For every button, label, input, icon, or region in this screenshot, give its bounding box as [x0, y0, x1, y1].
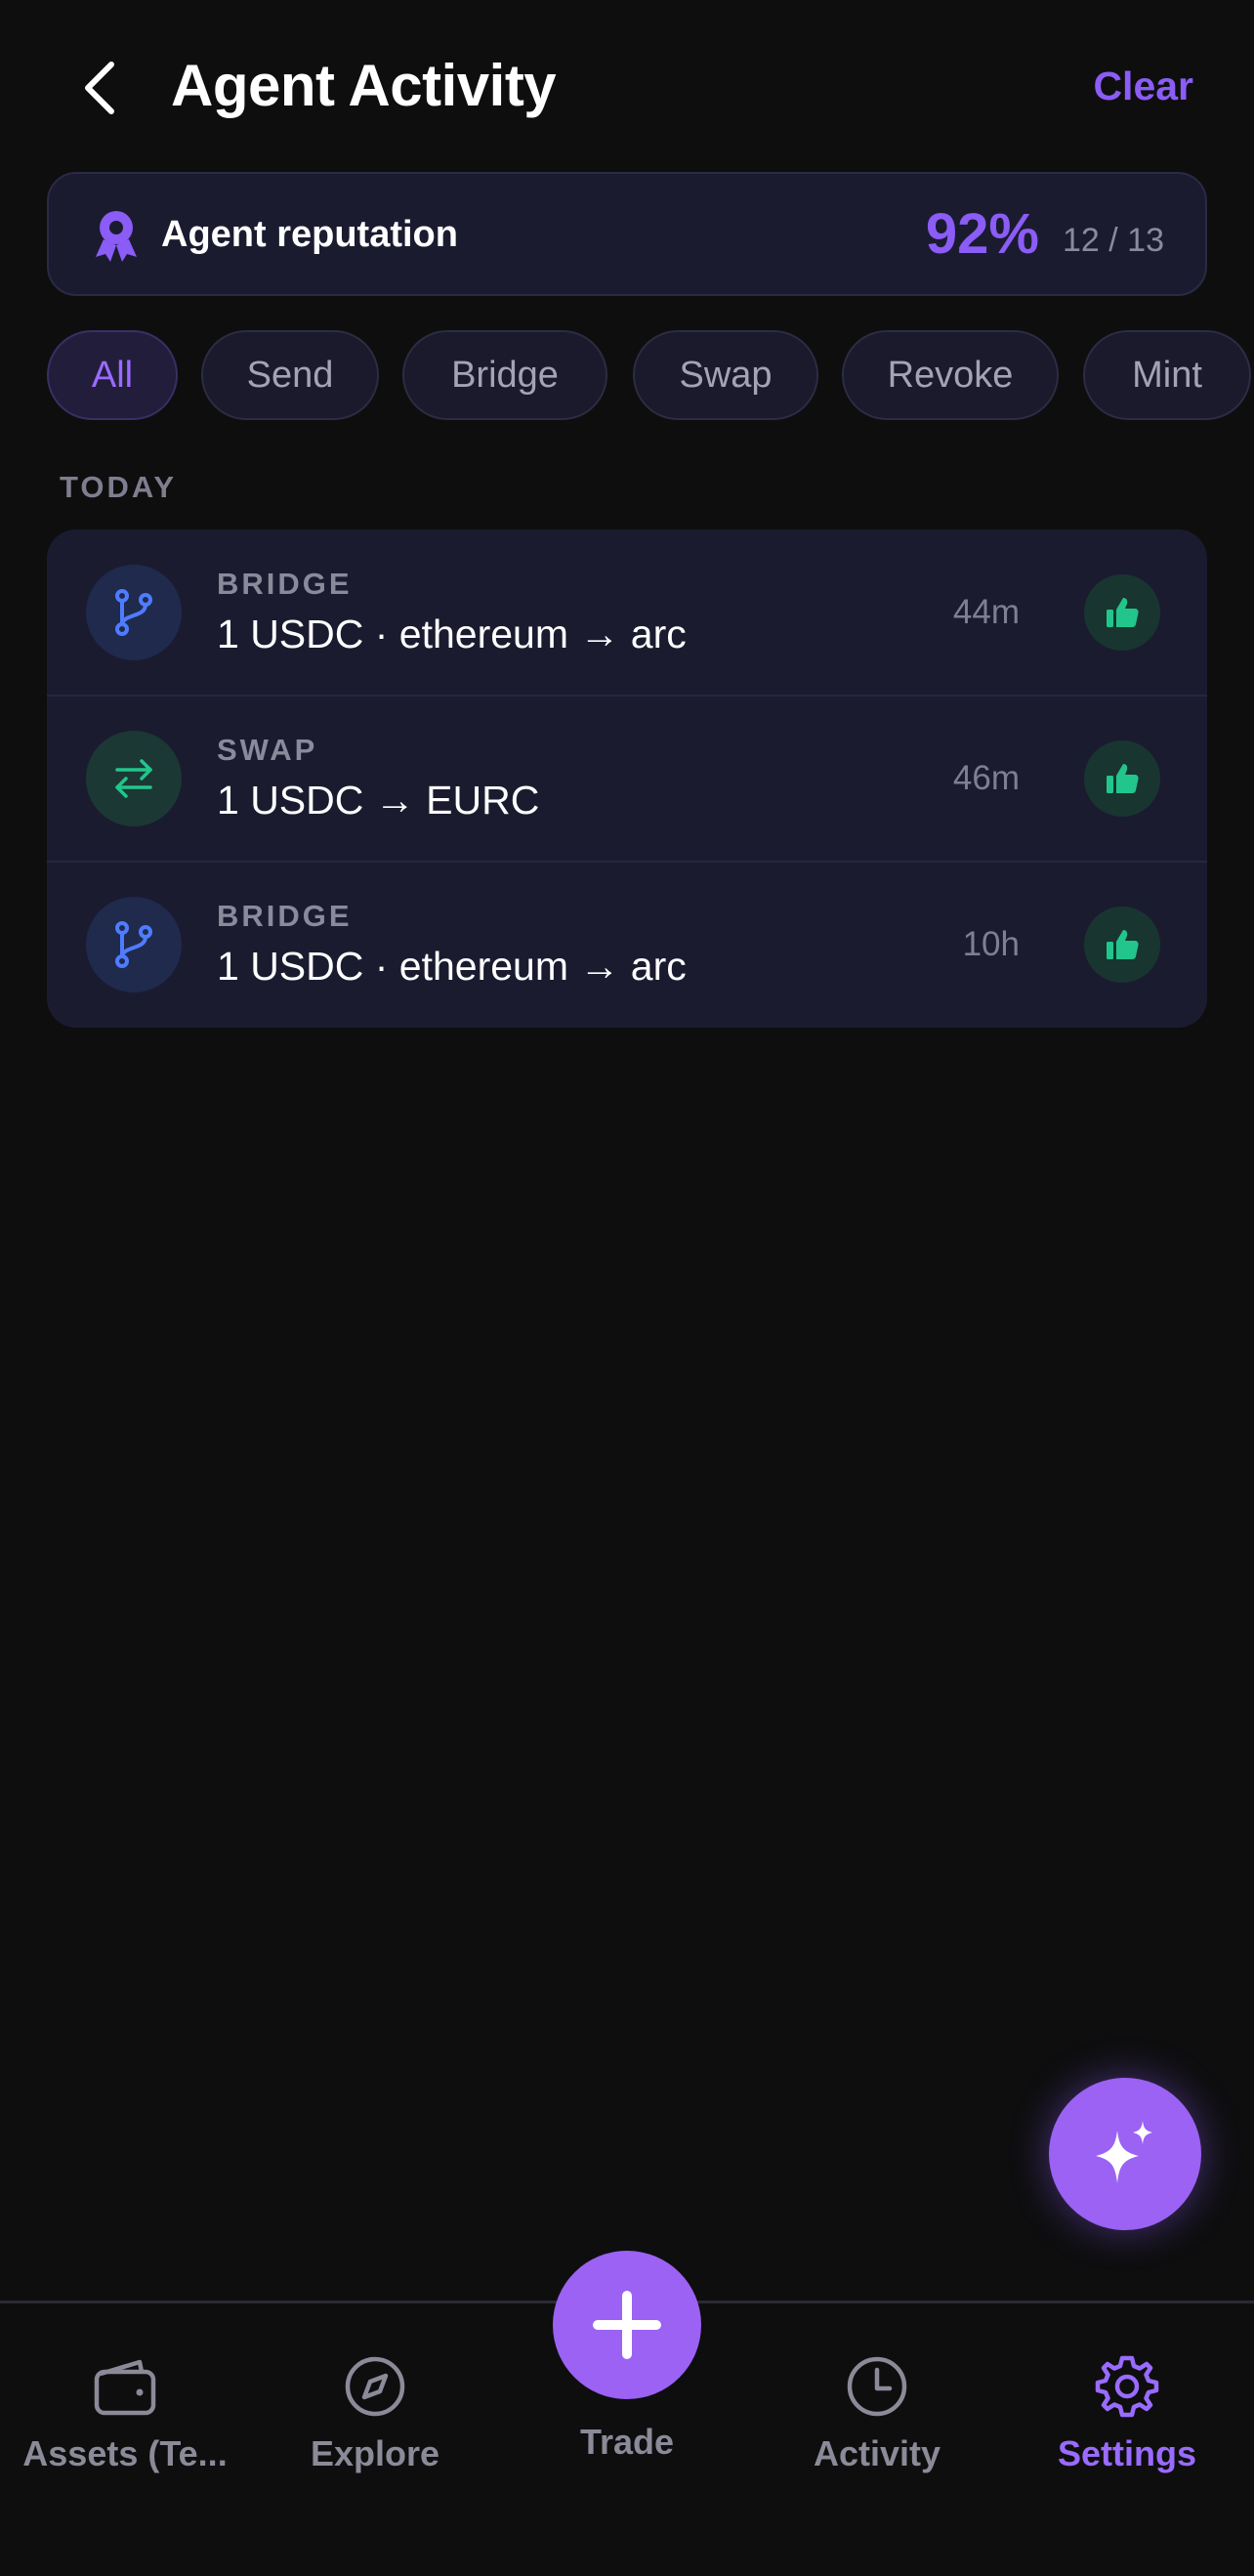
nav-item-explore[interactable]: Explore [258, 2352, 492, 2475]
chevron-left-icon [85, 62, 114, 114]
activity-type: BRIDGE [217, 899, 353, 933]
nav-label: Settings [1057, 2433, 1196, 2473]
activity-type-icon [86, 731, 182, 826]
activity-time: 10h [962, 925, 1020, 963]
reputation-count: 12 / 13 [1063, 222, 1164, 259]
thumbs-up-icon [1107, 598, 1139, 627]
swap-arrows-icon [115, 759, 152, 798]
filter-chips: All Send Bridge Swap Revoke Mint [47, 330, 1254, 422]
nav-label-trade: Trade [579, 2422, 675, 2462]
activity-row[interactable]: BRIDGE 1 USDC · ethereum → arc 10h [47, 862, 1207, 1028]
gear-icon [1095, 2355, 1159, 2418]
nav-label: Explore [310, 2433, 440, 2473]
activity-type-icon [86, 565, 182, 660]
git-branch-icon [115, 921, 152, 968]
activity-description: 1 USDC · ethereum → arc [217, 612, 687, 656]
header: Agent Activity Clear [0, 0, 1254, 171]
plus-icon [593, 2291, 661, 2359]
nav-label: Assets (Te... [22, 2433, 228, 2473]
reputation-percent: 92% [925, 202, 1039, 266]
feedback-button[interactable] [1084, 574, 1160, 651]
nav-item-activity[interactable]: Activity [760, 2352, 994, 2475]
nav-item-settings[interactable]: Settings [1010, 2352, 1244, 2475]
activity-row[interactable]: BRIDGE 1 USDC · ethereum → arc 44m [47, 529, 1207, 696]
wallet-icon [94, 2359, 156, 2416]
activity-list: BRIDGE 1 USDC · ethereum → arc 44m SWAP … [47, 529, 1207, 1028]
filter-chip-send[interactable]: Send [201, 330, 379, 420]
sparkles-icon [1096, 2121, 1152, 2183]
compass-icon [345, 2356, 405, 2417]
reputation-label: Agent reputation [161, 214, 458, 255]
activity-description: 1 USDC → EURC [217, 778, 540, 823]
clear-button[interactable]: Clear [1093, 61, 1193, 111]
page-title: Agent Activity [171, 53, 557, 118]
trade-button[interactable] [553, 2251, 701, 2399]
filter-chip-swap[interactable]: Swap [633, 330, 818, 420]
filter-chip-mint[interactable]: Mint [1083, 330, 1251, 420]
thumbs-up-icon [1107, 764, 1139, 793]
feedback-button[interactable] [1084, 907, 1160, 983]
nav-item-assets[interactable]: Assets (Te... [8, 2352, 242, 2475]
activity-type: BRIDGE [217, 567, 353, 601]
activity-time: 46m [952, 759, 1020, 797]
git-branch-icon [115, 589, 152, 636]
reputation-card: Agent reputation 92% 12 / 13 [47, 172, 1207, 296]
thumbs-up-icon [1107, 930, 1139, 959]
feedback-button[interactable] [1084, 740, 1160, 817]
filter-chip-revoke[interactable]: Revoke [842, 330, 1059, 420]
clock-icon [847, 2356, 907, 2417]
activity-type-icon [86, 897, 182, 992]
back-button[interactable] [70, 54, 129, 122]
section-label-today: TODAY [60, 470, 178, 504]
activity-type: SWAP [217, 733, 318, 767]
activity-description: 1 USDC · ethereum → arc [217, 944, 687, 989]
nav-label: Activity [813, 2433, 941, 2473]
filter-chip-all[interactable]: All [47, 330, 178, 420]
award-icon [96, 211, 137, 262]
activity-time: 44m [952, 593, 1020, 631]
activity-row[interactable]: SWAP 1 USDC → EURC 46m [47, 696, 1207, 862]
filter-chip-bridge[interactable]: Bridge [402, 330, 607, 420]
ai-assistant-button[interactable] [1049, 2078, 1201, 2230]
